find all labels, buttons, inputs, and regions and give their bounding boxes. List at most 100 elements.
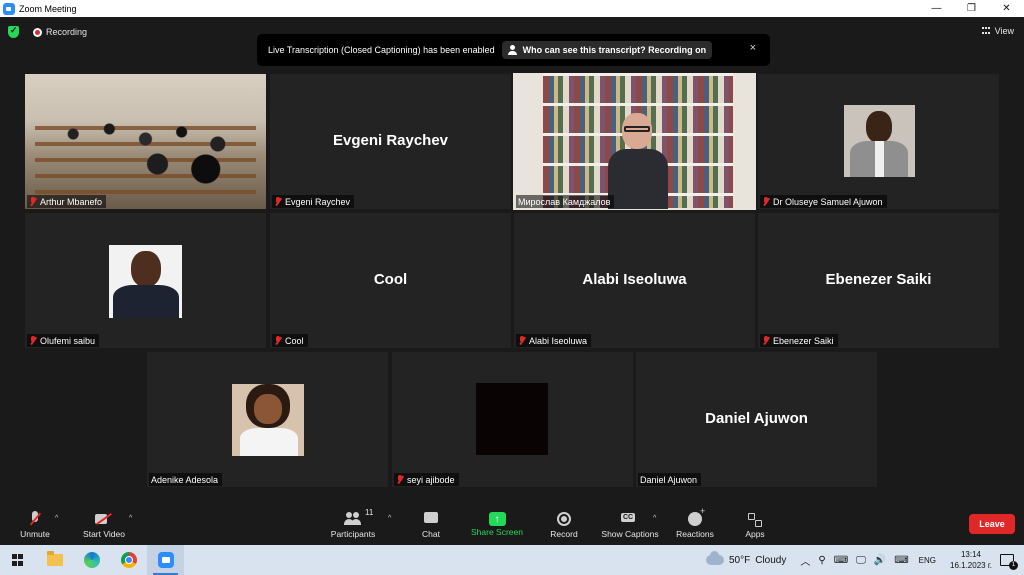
audio-options-caret[interactable]: ^: [55, 515, 58, 522]
banner-message: Live Transcription (Closed Captioning) h…: [268, 45, 495, 55]
zoom-app-icon: [157, 552, 174, 568]
record-label: Record: [550, 529, 578, 539]
participant-name: Evgeni Raychev: [285, 196, 351, 207]
keyboard-icon[interactable]: ⌨: [834, 555, 848, 566]
view-label: View: [994, 26, 1014, 36]
start-video-label: Start Video: [83, 529, 125, 539]
record-button[interactable]: Record: [529, 510, 599, 539]
transcript-visibility-link[interactable]: Who can see this transcript? Recording o…: [501, 41, 713, 59]
share-screen-button[interactable]: Share Screen: [462, 510, 532, 537]
video-off-icon: [94, 510, 114, 528]
cloud-icon: [706, 551, 724, 565]
unmute-label: Unmute: [20, 529, 50, 539]
network-icon[interactable]: 🖵: [856, 555, 866, 566]
restore-button[interactable]: ❐: [954, 0, 989, 17]
taskbar-zoom[interactable]: [147, 545, 184, 575]
participant-label: seyi ajibode: [394, 473, 459, 486]
participant-video-bookshelf: [513, 73, 756, 210]
participant-name: Ebenezer Saiki: [773, 335, 834, 346]
close-window-button[interactable]: ✕: [989, 0, 1024, 17]
system-tray: 50°F Cloudy ︿ ⚲ ⌨ 🖵 🔊 ⌨ ENG 13:14 16.1.2…: [706, 545, 1024, 575]
transcription-banner: Live Transcription (Closed Captioning) h…: [257, 34, 770, 66]
participant-label: Adenike Adesola: [149, 473, 223, 486]
taskbar-chrome[interactable]: [110, 545, 147, 575]
participant-label: Cool: [272, 334, 308, 347]
closed-captions-icon: [620, 510, 640, 528]
edge-browser-icon: [83, 552, 100, 568]
zoom-logo-icon: [3, 2, 15, 15]
participant-tile-active-speaker[interactable]: Мирослав Камджалов: [513, 73, 756, 210]
muted-mic-icon: [29, 197, 37, 206]
banner-close-button[interactable]: ×: [750, 42, 756, 54]
clock[interactable]: 13:14 16.1.2023 г.: [950, 549, 992, 571]
meeting-status: Recording: [8, 25, 87, 38]
chat-label: Chat: [422, 529, 440, 539]
windows-logo-icon: [12, 554, 24, 566]
recording-label: Recording: [46, 27, 88, 37]
language-indicator[interactable]: ENG: [919, 556, 936, 565]
taskbar-file-explorer[interactable]: [36, 545, 73, 575]
participant-tile[interactable]: Daniel Ajuwon Daniel Ajuwon: [636, 352, 877, 487]
participant-tile[interactable]: Dr Oluseye Samuel Ajuwon: [758, 74, 999, 209]
participants-options-caret[interactable]: ^: [388, 515, 391, 522]
input-method-icon[interactable]: ⌨: [894, 555, 908, 566]
clock-date: 16.1.2023 г.: [950, 561, 992, 570]
chat-icon: [421, 510, 441, 528]
muted-mic-icon: [396, 475, 404, 484]
participant-name: Daniel Ajuwon: [640, 474, 698, 485]
participant-tile[interactable]: Ebenezer Saiki Ebenezer Saiki: [758, 213, 999, 348]
participant-tile[interactable]: Arthur Mbanefo: [25, 74, 266, 209]
show-hidden-icons-chevron-icon[interactable]: ︿: [800, 553, 810, 568]
window-controls: — ❐ ✕: [919, 0, 1024, 17]
microphone-muted-icon: [25, 510, 45, 528]
meeting-toolbar: Unmute ^ Start Video ^ 11 Participants ^…: [0, 502, 1024, 545]
share-screen-label: Share Screen: [471, 527, 523, 537]
notifications-icon[interactable]: 1: [1000, 554, 1018, 570]
participant-name: Adenike Adesola: [151, 474, 219, 485]
apps-label: Apps: [745, 529, 765, 539]
muted-mic-icon: [274, 197, 282, 206]
volume-icon[interactable]: 🔊: [874, 555, 886, 566]
chat-button[interactable]: Chat: [396, 510, 466, 539]
recording-indicator[interactable]: Recording: [33, 27, 87, 37]
participant-display-name: Alabi Iseoluwa: [582, 271, 687, 288]
participant-display-name: Evgeni Raychev: [332, 132, 449, 149]
window-titlebar: Zoom Meeting — ❐ ✕: [0, 0, 1024, 17]
reactions-icon: [685, 506, 705, 528]
participant-tile[interactable]: Cool Cool: [270, 213, 511, 348]
participant-tile[interactable]: Evgeni Raychev Evgeni Raychev: [270, 74, 511, 209]
participant-tile[interactable]: Olufemi saibu: [25, 213, 266, 348]
participant-label: Arthur Mbanefo: [27, 195, 107, 208]
video-options-caret[interactable]: ^: [129, 515, 132, 522]
muted-mic-icon: [518, 336, 526, 345]
participant-name: Alabi Iseoluwa: [529, 335, 588, 346]
muted-mic-icon: [762, 336, 770, 345]
participants-button[interactable]: 11 Participants: [318, 508, 388, 539]
captions-options-caret[interactable]: ^: [653, 515, 656, 522]
participant-display-name: Daniel Ajuwon: [705, 410, 808, 427]
participant-label: Мирослав Камджалов: [516, 195, 615, 208]
participant-photo-dark: [476, 383, 548, 455]
weather-desc: Cloudy: [755, 554, 787, 566]
participant-tile[interactable]: Alabi Iseoluwa Alabi Iseoluwa: [514, 213, 755, 348]
weather-widget[interactable]: 50°F Cloudy: [706, 551, 787, 566]
participant-tile[interactable]: seyi ajibode: [392, 352, 633, 487]
participant-name: Cool: [285, 335, 304, 346]
location-icon[interactable]: ⚲: [818, 555, 825, 566]
participant-name: Arthur Mbanefo: [40, 196, 103, 207]
view-button[interactable]: View: [981, 26, 1014, 36]
security-shield-icon[interactable]: [8, 25, 19, 38]
participant-label: Daniel Ajuwon: [638, 473, 702, 486]
participant-tile[interactable]: Adenike Adesola: [147, 352, 388, 487]
window-title: Zoom Meeting: [19, 3, 77, 14]
transcript-link-label: Who can see this transcript? Recording o…: [522, 45, 707, 55]
start-button[interactable]: [0, 545, 36, 575]
taskbar-edge[interactable]: [73, 545, 110, 575]
windows-taskbar: 50°F Cloudy ︿ ⚲ ⌨ 🖵 🔊 ⌨ ENG 13:14 16.1.2…: [0, 545, 1024, 575]
leave-button[interactable]: Leave: [969, 514, 1015, 534]
participant-photo: [232, 384, 304, 456]
minimize-button[interactable]: —: [919, 0, 954, 17]
unmute-button[interactable]: Unmute: [0, 510, 70, 539]
apps-button[interactable]: Apps: [720, 510, 790, 539]
show-captions-label: Show Captions: [601, 529, 659, 539]
